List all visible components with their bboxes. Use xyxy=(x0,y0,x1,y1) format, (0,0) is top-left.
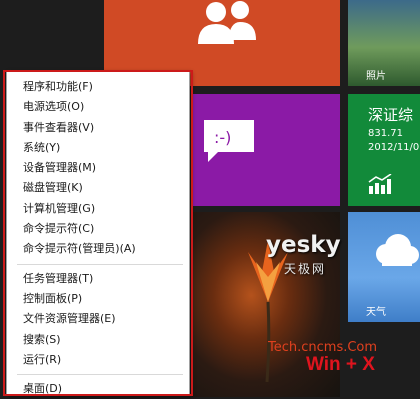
menu-item-run[interactable]: 运行(R) xyxy=(7,350,189,370)
photos-tile-label: 照片 xyxy=(366,71,386,82)
svg-text::-): :-) xyxy=(214,128,231,147)
menu-item-command-prompt-admin[interactable]: 命令提示符(管理员)(A) xyxy=(7,239,189,259)
win-x-menu: 程序和功能(F) 电源选项(O) 事件查看器(V) 系统(Y) 设备管理器(M)… xyxy=(6,70,190,396)
menu-item-computer-management[interactable]: 计算机管理(G) xyxy=(7,199,189,219)
menu-item-file-explorer[interactable]: 文件资源管理器(E) xyxy=(7,309,189,329)
messaging-tile[interactable]: :-) xyxy=(192,94,340,206)
menu-item-desktop[interactable]: 桌面(D) xyxy=(7,379,189,399)
menu-item-disk-management[interactable]: 磁盘管理(K) xyxy=(7,178,189,198)
site-watermark: Tech.cncms.Com xyxy=(268,340,378,355)
menu-divider xyxy=(17,374,183,376)
yesky-watermark-cn: 天极网 xyxy=(284,262,327,276)
weather-tile[interactable]: 天气 xyxy=(348,212,420,322)
finance-tile-title: 深证综 xyxy=(368,106,414,124)
menu-item-power-options[interactable]: 电源选项(O) xyxy=(7,97,189,117)
menu-item-device-manager[interactable]: 设备管理器(M) xyxy=(7,158,189,178)
weather-tile-label: 天气 xyxy=(366,307,386,318)
menu-item-command-prompt[interactable]: 命令提示符(C) xyxy=(7,219,189,239)
finance-tile-value: 831.71 xyxy=(368,128,403,139)
menu-item-system[interactable]: 系统(Y) xyxy=(7,138,189,158)
finance-tile-date: 2012/11/0 xyxy=(368,142,420,153)
menu-item-control-panel[interactable]: 控制面板(P) xyxy=(7,289,189,309)
menu-item-programs-features[interactable]: 程序和功能(F) xyxy=(7,77,189,97)
cloud-icon xyxy=(376,234,419,266)
menu-divider xyxy=(17,263,183,265)
shortcut-caption: Win + X xyxy=(306,354,375,375)
photos-tile[interactable]: 照片 xyxy=(348,0,420,86)
menu-item-event-viewer[interactable]: 事件查看器(V) xyxy=(7,118,189,138)
menu-item-search[interactable]: 搜索(S) xyxy=(7,330,189,350)
messaging-icon: :-) xyxy=(204,120,254,162)
menu-item-task-manager[interactable]: 任务管理器(T) xyxy=(7,269,189,289)
menu-group-desktop: 桌面(D) xyxy=(7,379,189,399)
finance-chart-icon xyxy=(368,174,392,194)
yesky-watermark: yesky xyxy=(266,232,341,258)
finance-tile[interactable]: 深证综 831.71 2012/11/0 xyxy=(348,94,420,206)
people-icon xyxy=(198,1,256,44)
menu-group-system-tools: 程序和功能(F) 电源选项(O) 事件查看器(V) 系统(Y) 设备管理器(M)… xyxy=(7,71,189,260)
menu-group-shell: 任务管理器(T) 控制面板(P) 文件资源管理器(E) 搜索(S) 运行(R) xyxy=(7,269,189,370)
